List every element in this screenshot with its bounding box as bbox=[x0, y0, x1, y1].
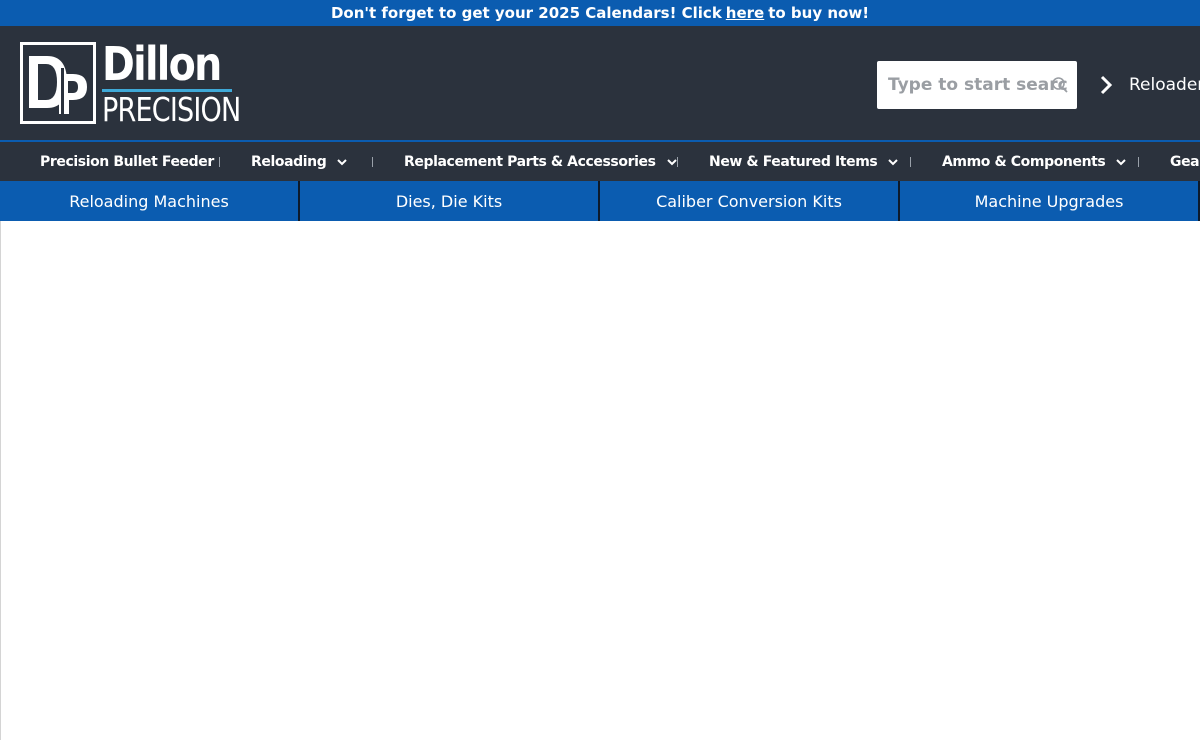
reloader-link[interactable]: Reloader.c bbox=[1096, 73, 1200, 97]
nav-separator bbox=[1138, 157, 1139, 167]
reloader-label: Reloader.c bbox=[1129, 75, 1200, 95]
search-input[interactable] bbox=[888, 75, 1068, 95]
nav-item-precision-bullet-feeder[interactable]: Precision Bullet Feeder bbox=[40, 142, 214, 181]
sub-nav: Reloading Machines Dies, Die Kits Calibe… bbox=[0, 181, 1200, 221]
page-content-area bbox=[0, 221, 1200, 740]
nav-item-ammo-components[interactable]: Ammo & Components bbox=[942, 142, 1127, 181]
nav-item-reloading[interactable]: Reloading bbox=[251, 142, 348, 181]
nav-separator bbox=[372, 157, 373, 167]
chevron-down-icon bbox=[666, 158, 677, 165]
subnav-label: Dies, Die Kits bbox=[395, 191, 503, 211]
logo-tagline: PRECISION bbox=[102, 90, 241, 129]
announcement-suffix: to buy now! bbox=[768, 4, 870, 22]
nav-item-replacement-parts[interactable]: Replacement Parts & Accessories bbox=[404, 142, 678, 181]
subnav-label: Caliber Conversion Kits bbox=[656, 191, 842, 211]
nav-item-label: Ammo & Components bbox=[942, 153, 1106, 170]
logo-monogram bbox=[20, 42, 96, 124]
subnav-label: Machine Upgrades bbox=[974, 191, 1124, 211]
announcement-bar: Don't forget to get your 2025 Calendars!… bbox=[0, 0, 1200, 26]
chevron-right-icon bbox=[1100, 75, 1113, 95]
nav-separator bbox=[219, 157, 220, 167]
logo-wordmark: Dillon bbox=[102, 37, 222, 91]
subnav-machine-upgrades[interactable]: Machine Upgrades bbox=[900, 181, 1200, 221]
nav-item-gear[interactable]: Gear bbox=[1170, 142, 1200, 181]
nav-separator bbox=[910, 157, 911, 167]
nav-item-label: Precision Bullet Feeder bbox=[40, 153, 214, 170]
dp-monogram-icon bbox=[29, 56, 87, 114]
nav-separator bbox=[677, 157, 678, 167]
subnav-label: Reloading Machines bbox=[69, 191, 229, 211]
subnav-caliber-conversion-kits[interactable]: Caliber Conversion Kits bbox=[600, 181, 900, 221]
nav-item-new-featured[interactable]: New & Featured Items bbox=[709, 142, 899, 181]
announcement-link[interactable]: here bbox=[726, 4, 764, 22]
nav-item-label: Reloading bbox=[251, 153, 327, 170]
search-icon[interactable] bbox=[1051, 76, 1069, 94]
subnav-reloading-machines[interactable]: Reloading Machines bbox=[0, 181, 300, 221]
chevron-down-icon bbox=[888, 158, 899, 165]
nav-item-label: Replacement Parts & Accessories bbox=[404, 153, 656, 170]
logo[interactable]: Dillon PRECISION bbox=[20, 41, 242, 129]
chevron-down-icon bbox=[1116, 158, 1127, 165]
nav-item-label: New & Featured Items bbox=[709, 153, 878, 170]
site-header: Dillon PRECISION Reloader.c bbox=[0, 26, 1200, 142]
main-nav: Precision Bullet Feeder Reloading Replac… bbox=[0, 142, 1200, 181]
search-box bbox=[877, 61, 1077, 109]
announcement-prefix: Don't forget to get your 2025 Calendars!… bbox=[330, 4, 722, 22]
subnav-dies-die-kits[interactable]: Dies, Die Kits bbox=[300, 181, 600, 221]
nav-item-label: Gear bbox=[1170, 153, 1200, 170]
chevron-down-icon bbox=[337, 158, 348, 165]
